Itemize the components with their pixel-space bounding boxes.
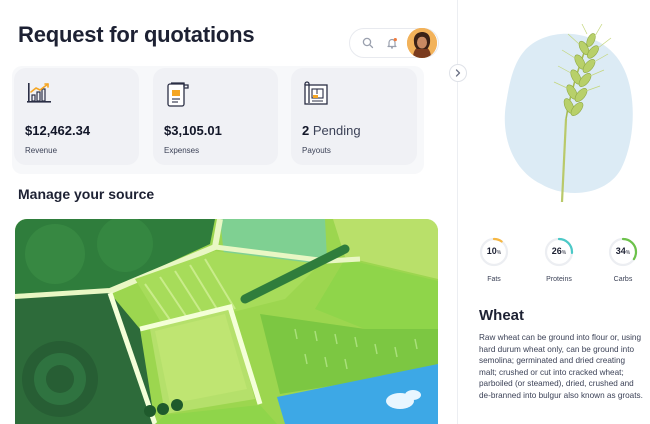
nutrient-proteins: 26% Proteins [542, 236, 576, 283]
collapse-panel-button[interactable] [449, 64, 467, 82]
expenses-label: Expenses [164, 146, 200, 155]
revenue-value: $12,462.34 [25, 123, 91, 138]
chevron-right-icon [455, 69, 461, 77]
main-panel: Request for quotations $12,462.34 Revenu… [0, 0, 457, 424]
payouts-value: 2 Pending [302, 123, 361, 138]
expenses-value: $3,105.01 [164, 123, 222, 138]
revenue-label: Revenue [25, 146, 58, 155]
farm-map-image[interactable] [15, 219, 438, 424]
crop-description: Raw wheat can be ground into flour or, u… [479, 333, 643, 400]
crop-title: Wheat [479, 307, 524, 324]
chart-growth-icon [27, 83, 51, 103]
blueprint-icon [304, 81, 328, 105]
invoice-icon [167, 82, 189, 107]
crop-detail-panel: 10% Fats 26% Proteins 34% Carbs Wheat Ra… [458, 0, 650, 424]
payouts-card[interactable]: 2 Pending Payouts [291, 68, 417, 165]
payouts-status: Pending [312, 123, 361, 138]
avatar[interactable] [407, 28, 437, 58]
avatar-image [407, 28, 437, 58]
fats-label: Fats [487, 276, 501, 283]
proteins-percent: 26% [551, 246, 567, 256]
farm-illustration [15, 219, 438, 424]
payouts-label: Payouts [302, 146, 331, 155]
search-icon[interactable] [361, 36, 375, 50]
expenses-card[interactable]: $3,105.01 Expenses [153, 68, 278, 165]
revenue-card[interactable]: $12,462.34 Revenue [14, 68, 139, 165]
page-title: Request for quotations [18, 22, 255, 47]
carbs-label: Carbs [613, 276, 633, 283]
proteins-label: Proteins [546, 276, 572, 283]
nutrient-fats: 10% Fats [477, 236, 511, 283]
nutrient-carbs: 34% Carbs [606, 236, 640, 283]
fats-percent: 10% [486, 246, 502, 256]
wheat-icon [504, 24, 633, 203]
section-title: Manage your source [18, 186, 155, 202]
carbs-percent: 34% [615, 246, 631, 256]
bell-icon[interactable] [385, 36, 399, 50]
payouts-count: 2 [302, 123, 310, 138]
